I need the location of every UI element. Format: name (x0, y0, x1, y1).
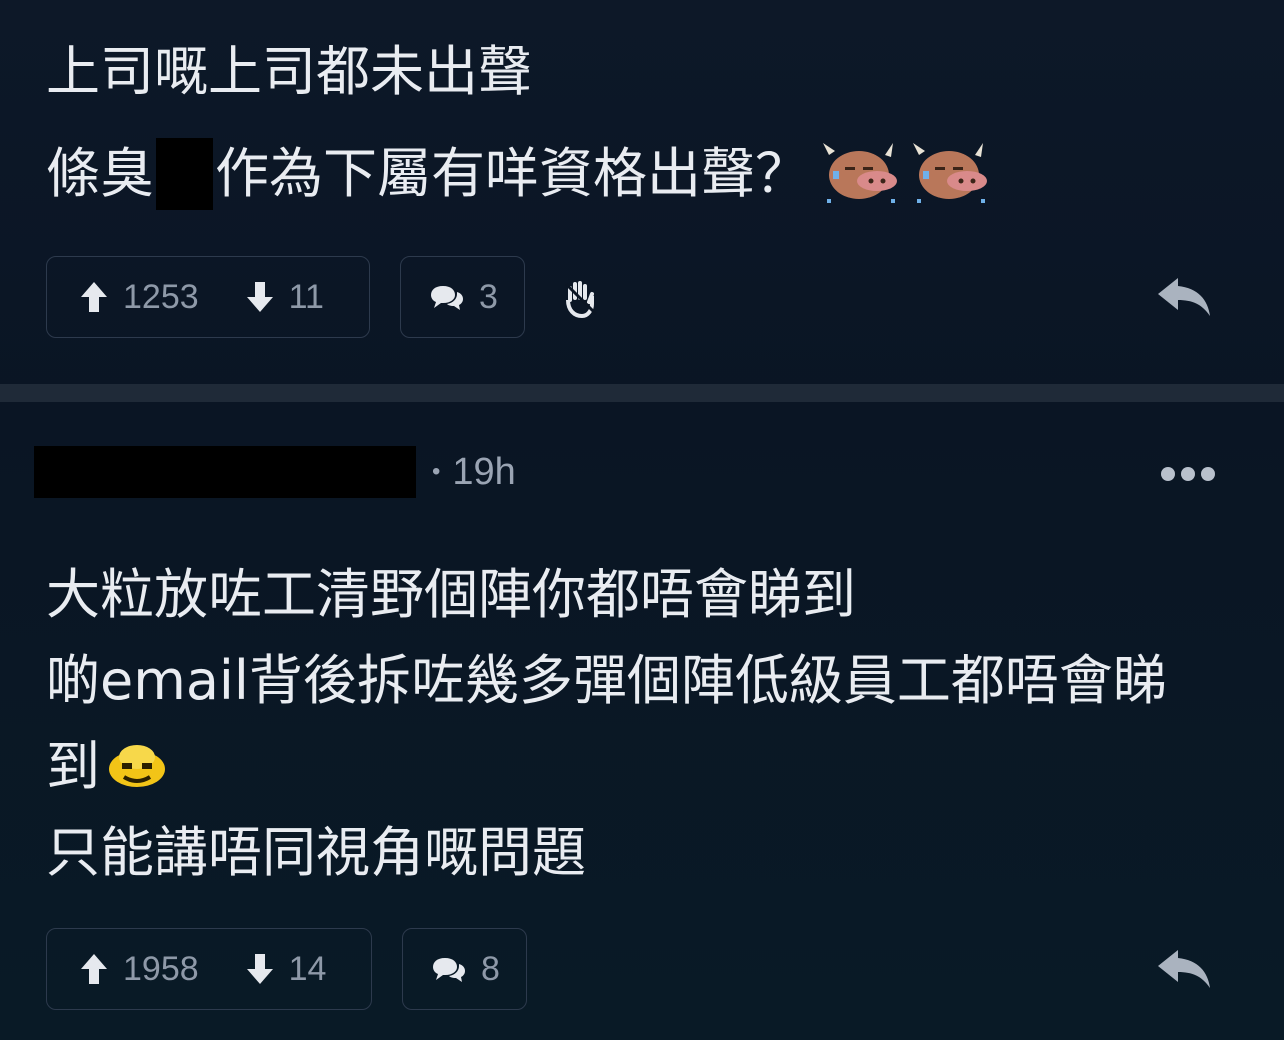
redacted-username (34, 446, 416, 498)
upvote-count: 1253 (123, 277, 199, 316)
arrow-down-icon (246, 282, 273, 312)
comment-text-line: 條臭 作為下屬有咩資格出聲？ (46, 138, 993, 210)
vote-box: 1253 11 (46, 256, 370, 338)
comment-header: • 19h (34, 444, 516, 500)
comment-body: 大粒放咗工清野個陣你都唔會睇到 啲email背後拆咗幾多彈個陣低級員工都唔會睇 … (46, 552, 1167, 896)
meta-separator: • (432, 458, 441, 485)
upvote-button[interactable]: 1958 (47, 929, 199, 1009)
comment-text-fragment: 條臭 (46, 142, 154, 205)
replies-button[interactable]: 8 (402, 928, 527, 1010)
comment-actions: 1253 11 3 (46, 256, 1246, 340)
upvote-count: 1958 (123, 949, 199, 988)
hand-block-icon[interactable] (562, 280, 598, 318)
comment-actions: 1958 14 8 (46, 928, 1246, 1012)
comment-meta: • 19h (432, 451, 516, 494)
comment-text-fragment: 作為下屬有咩資格出聲？ (215, 142, 809, 205)
arrow-up-icon (81, 282, 107, 312)
vote-box: 1958 14 (46, 928, 372, 1010)
comment-text-line: 上司嘅上司都未出聲 (46, 40, 532, 103)
reply-count: 3 (479, 277, 498, 316)
reply-count: 8 (481, 949, 500, 988)
comment-text-line: 大粒放咗工清野個陣你都唔會睇到 (46, 563, 856, 626)
upvote-button[interactable]: 1253 (47, 257, 199, 337)
comment-time: 19h (452, 450, 516, 493)
reply-arrow-icon[interactable] (1156, 274, 1212, 318)
comment-1: 上司嘅上司都未出聲 條臭 作為下屬有咩資格出聲？ 1253 11 3 (0, 0, 1284, 384)
comment-text-fragment: 到 (46, 735, 100, 798)
downvote-button[interactable]: 14 (199, 929, 359, 1009)
reply-arrow-icon[interactable] (1156, 946, 1212, 990)
replies-button[interactable]: 3 (400, 256, 525, 338)
comment-divider (0, 384, 1284, 402)
comment-text-line: 啲email背後拆咗幾多彈個陣低級員工都唔會睇 (46, 649, 1167, 712)
thread-page: 上司嘅上司都未出聲 條臭 作為下屬有咩資格出聲？ 1253 11 3 • 19h… (0, 0, 1284, 1040)
comment-text-line: 只能講唔同視角嘅問題 (46, 821, 586, 884)
ox-sweat-icon (819, 141, 903, 207)
arrow-up-icon (81, 954, 107, 984)
redacted-text (156, 138, 213, 210)
chat-bubble-icon (433, 958, 465, 982)
more-options-icon[interactable] (1160, 466, 1216, 482)
downvote-count: 11 (288, 277, 324, 316)
ox-sweat-icon (909, 141, 993, 207)
downvote-count: 14 (288, 949, 327, 988)
comment-2: • 19h 大粒放咗工清野個陣你都唔會睇到 啲email背後拆咗幾多彈個陣低級員… (0, 402, 1284, 1040)
downvote-button[interactable]: 11 (199, 257, 356, 337)
chat-bubble-icon (431, 286, 463, 310)
yellow-face-icon (109, 745, 165, 787)
comment-text-line: 到 (46, 724, 1167, 810)
arrow-down-icon (246, 954, 273, 984)
